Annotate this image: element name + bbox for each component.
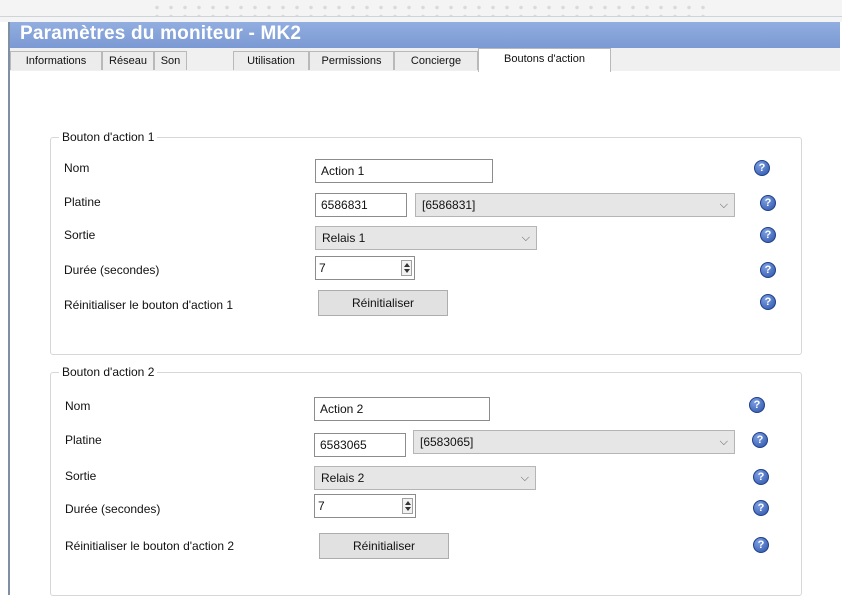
chevron-down-icon: ⌵ (719, 199, 728, 211)
sortie-label: Sortie (64, 228, 96, 242)
name-label: Nom (64, 161, 90, 175)
chevron-down-icon: ⌵ (719, 436, 728, 448)
tab-son[interactable]: Son (154, 51, 187, 70)
action-button-2-group: Bouton d'action 2 Nom Action 2 ? Platine… (50, 365, 802, 596)
help-icon[interactable]: ? (760, 227, 776, 243)
group-title: Bouton d'action 2 (59, 365, 158, 379)
help-icon[interactable]: ? (760, 294, 776, 310)
spinner-arrows-icon[interactable] (401, 260, 412, 276)
help-icon[interactable]: ? (760, 262, 776, 278)
platine-select[interactable]: [6583065] ⌵ (413, 430, 735, 454)
help-icon[interactable]: ? (753, 500, 769, 516)
help-icon[interactable]: ? (753, 469, 769, 485)
help-icon[interactable]: ? (753, 537, 769, 553)
title-bar: Paramètres du moniteur - MK2 (10, 22, 840, 48)
reset-button[interactable]: Réinitialiser (319, 533, 449, 559)
platine-label: Platine (64, 195, 101, 209)
action-button-1-group: Bouton d'action 1 Nom Action 1 ? Platine… (50, 130, 802, 355)
tab-bar: Informations Réseau Son Utilisation Perm… (10, 48, 840, 72)
duree-spinner[interactable]: 7 (314, 494, 416, 518)
background-strip (0, 0, 842, 22)
tab-reseau[interactable]: Réseau (102, 51, 154, 70)
name-label: Nom (65, 399, 91, 413)
tab-permissions[interactable]: Permissions (309, 51, 394, 70)
monitor-settings-window: Paramètres du moniteur - MK2 Information… (8, 22, 840, 596)
duree-spinner[interactable]: 7 (315, 256, 415, 280)
reset-label: Réinitialiser le bouton d'action 1 (64, 298, 234, 312)
sortie-select[interactable]: Relais 1 ⌵ (315, 226, 537, 250)
help-icon[interactable]: ? (749, 397, 765, 413)
tab-informations[interactable]: Informations (10, 51, 102, 70)
chevron-down-icon: ⌵ (521, 232, 530, 244)
window-title: Paramètres du moniteur - MK2 (20, 23, 302, 44)
chevron-down-icon: ⌵ (520, 472, 529, 484)
group-title: Bouton d'action 1 (59, 130, 158, 144)
help-icon[interactable]: ? (752, 432, 768, 448)
divider (0, 16, 842, 17)
platine-select[interactable]: [6586831] ⌵ (415, 193, 735, 217)
reset-button[interactable]: Réinitialiser (318, 290, 448, 316)
tab-utilisation[interactable]: Utilisation (233, 51, 309, 70)
platine-code-input[interactable]: 6586831 (315, 193, 407, 217)
decorative-dots (150, 3, 710, 17)
sortie-label: Sortie (65, 469, 97, 483)
platine-select-value: [6586831] (422, 198, 476, 212)
duree-value: 7 (319, 261, 326, 275)
platine-select-value: [6583065] (420, 435, 474, 449)
tab-boutons-action[interactable]: Boutons d'action (478, 48, 611, 72)
sortie-select-value: Relais 1 (322, 231, 366, 245)
duree-value: 7 (318, 499, 325, 513)
platine-code-input[interactable]: 6583065 (314, 433, 406, 457)
name-input[interactable]: Action 2 (314, 397, 490, 421)
sortie-select[interactable]: Relais 2 ⌵ (314, 466, 536, 490)
tab-concierge[interactable]: Concierge (394, 51, 478, 70)
duree-label: Durée (secondes) (64, 263, 160, 277)
duree-label: Durée (secondes) (65, 502, 161, 516)
platine-label: Platine (65, 433, 102, 447)
reset-label: Réinitialiser le bouton d'action 2 (65, 539, 235, 553)
help-icon[interactable]: ? (760, 195, 776, 211)
tab-content: Bouton d'action 1 Nom Action 1 ? Platine… (10, 71, 840, 596)
spinner-arrows-icon[interactable] (402, 498, 413, 514)
name-input[interactable]: Action 1 (315, 159, 493, 183)
sortie-select-value: Relais 2 (321, 471, 365, 485)
help-icon[interactable]: ? (754, 160, 770, 176)
